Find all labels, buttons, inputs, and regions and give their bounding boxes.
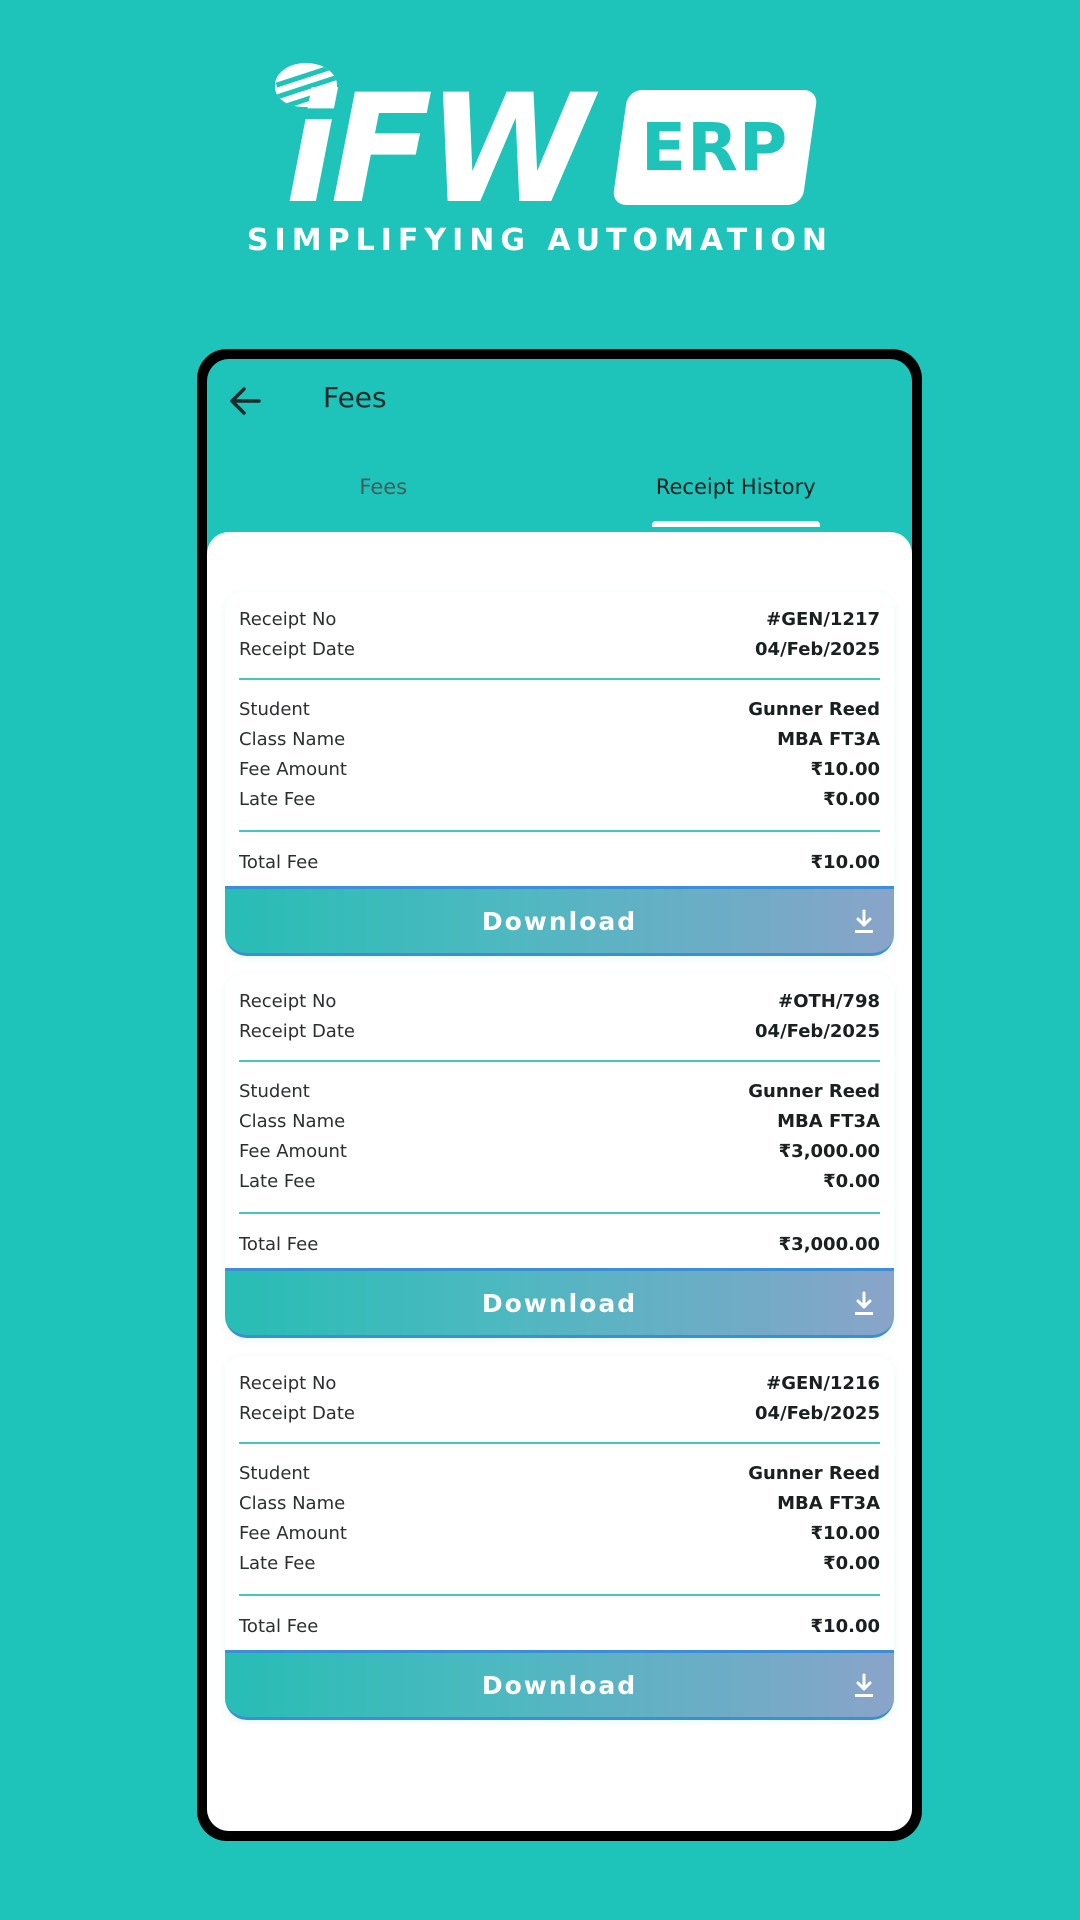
student-row: Student Gunner Reed — [239, 1458, 880, 1488]
fee-amount-row: Fee Amount ₹10.00 — [239, 1518, 880, 1548]
receipt-no-value: #GEN/1217 — [766, 608, 880, 630]
divider — [239, 678, 880, 680]
class-row: Class Name MBA FT3A — [239, 1488, 880, 1518]
class-label: Class Name — [239, 1492, 346, 1514]
tab-receipt-history-label: Receipt History — [655, 475, 816, 499]
phone-frame: Fees Fees Receipt History Receipt No #GE… — [197, 349, 922, 1841]
download-label: Download — [481, 906, 638, 936]
student-value: Gunner Reed — [748, 698, 880, 720]
fee-amount-label: Fee Amount — [239, 1140, 347, 1162]
receipt-no-value: #GEN/1216 — [766, 1372, 880, 1394]
late-fee-row: Late Fee ₹0.00 — [239, 1548, 880, 1578]
download-label: Download — [481, 1288, 638, 1318]
receipt-date-row: Receipt Date 04/Feb/2025 — [239, 634, 880, 664]
receipt-no-row: Receipt No #GEN/1217 — [239, 604, 880, 634]
late-fee-label: Late Fee — [239, 788, 316, 810]
total-fee-value: ₹10.00 — [810, 1615, 880, 1637]
fee-amount-value: ₹10.00 — [810, 1522, 880, 1544]
total-fee-value: ₹10.00 — [810, 851, 880, 873]
arrow-left-icon[interactable] — [225, 381, 265, 421]
receipt-list[interactable]: Receipt No #GEN/1217 Receipt Date 04/Feb… — [207, 532, 912, 1831]
receipt-no-row: Receipt No #GEN/1216 — [239, 1368, 880, 1398]
late-fee-label: Late Fee — [239, 1552, 316, 1574]
late-fee-label: Late Fee — [239, 1170, 316, 1192]
receipt-date-row: Receipt Date 04/Feb/2025 — [239, 1016, 880, 1046]
receipt-card: Receipt No #OTH/798 Receipt Date 04/Feb/… — [225, 974, 894, 1338]
fee-amount-label: Fee Amount — [239, 758, 347, 780]
logo-badge-text: ERP — [641, 109, 789, 186]
student-row: Student Gunner Reed — [239, 694, 880, 724]
receipt-no-row: Receipt No #OTH/798 — [239, 986, 880, 1016]
total-fee-label: Total Fee — [239, 1233, 319, 1255]
student-value: Gunner Reed — [748, 1462, 880, 1484]
download-label: Download — [481, 1670, 638, 1700]
receipt-date-row: Receipt Date 04/Feb/2025 — [239, 1398, 880, 1428]
student-label: Student — [239, 698, 310, 720]
class-row: Class Name MBA FT3A — [239, 724, 880, 754]
app-bar: Fees — [207, 359, 912, 439]
receipt-no-value: #OTH/798 — [778, 990, 880, 1012]
receipt-no-label: Receipt No — [239, 608, 337, 630]
late-fee-value: ₹0.00 — [823, 788, 880, 810]
fee-amount-row: Fee Amount ₹10.00 — [239, 754, 880, 784]
total-fee-value: ₹3,000.00 — [778, 1233, 880, 1255]
late-fee-row: Late Fee ₹0.00 — [239, 1166, 880, 1196]
total-fee-row: Total Fee ₹3,000.00 — [239, 1230, 880, 1258]
student-row: Student Gunner Reed — [239, 1076, 880, 1106]
divider — [239, 1442, 880, 1444]
download-button[interactable]: Download — [225, 886, 894, 956]
receipt-date-value: 04/Feb/2025 — [755, 638, 880, 660]
class-value: MBA FT3A — [777, 1492, 880, 1514]
receipt-date-label: Receipt Date — [239, 638, 355, 660]
divider — [239, 830, 880, 832]
tab-fees[interactable]: Fees — [207, 467, 560, 529]
brand-tagline: SIMPLIFYING AUTOMATION — [246, 223, 834, 258]
divider — [239, 1594, 880, 1596]
logo-mark: iFW ERP — [275, 55, 819, 225]
late-fee-row: Late Fee ₹0.00 — [239, 784, 880, 814]
app-screen: Fees Fees Receipt History Receipt No #GE… — [207, 359, 912, 1831]
download-icon — [855, 1291, 873, 1315]
class-label: Class Name — [239, 1110, 346, 1132]
receipt-card: Receipt No #GEN/1217 Receipt Date 04/Feb… — [225, 592, 894, 956]
page: iFW ERP SIMPLIFYING AUTOMATION Fees Fees… — [0, 0, 1080, 1920]
class-label: Class Name — [239, 728, 346, 750]
divider — [239, 1212, 880, 1214]
divider — [239, 1060, 880, 1062]
receipt-date-label: Receipt Date — [239, 1020, 355, 1042]
receipt-date-value: 04/Feb/2025 — [755, 1402, 880, 1424]
class-value: MBA FT3A — [777, 728, 880, 750]
download-icon — [855, 1673, 873, 1697]
download-icon — [855, 909, 873, 933]
fee-amount-row: Fee Amount ₹3,000.00 — [239, 1136, 880, 1166]
logo-text: iFW — [285, 63, 592, 237]
tab-indicator — [651, 521, 820, 527]
total-fee-row: Total Fee ₹10.00 — [239, 1612, 880, 1640]
class-row: Class Name MBA FT3A — [239, 1106, 880, 1136]
brand-logo: iFW ERP SIMPLIFYING AUTOMATION — [0, 55, 1080, 265]
student-label: Student — [239, 1080, 310, 1102]
receipt-no-label: Receipt No — [239, 1372, 337, 1394]
receipt-no-label: Receipt No — [239, 990, 337, 1012]
fee-amount-value: ₹3,000.00 — [778, 1140, 880, 1162]
class-value: MBA FT3A — [777, 1110, 880, 1132]
total-fee-label: Total Fee — [239, 1615, 319, 1637]
student-value: Gunner Reed — [748, 1080, 880, 1102]
late-fee-value: ₹0.00 — [823, 1170, 880, 1192]
download-button[interactable]: Download — [225, 1650, 894, 1720]
logo-badge: ERP — [611, 90, 819, 205]
receipt-card: Receipt No #GEN/1216 Receipt Date 04/Feb… — [225, 1356, 894, 1720]
download-button[interactable]: Download — [225, 1268, 894, 1338]
total-fee-row: Total Fee ₹10.00 — [239, 848, 880, 876]
tab-bar: Fees Receipt History — [207, 467, 912, 529]
tab-receipt-history[interactable]: Receipt History — [560, 467, 913, 529]
page-title: Fees — [323, 381, 387, 414]
fee-amount-label: Fee Amount — [239, 1522, 347, 1544]
receipt-date-value: 04/Feb/2025 — [755, 1020, 880, 1042]
total-fee-label: Total Fee — [239, 851, 319, 873]
student-label: Student — [239, 1462, 310, 1484]
fee-amount-value: ₹10.00 — [810, 758, 880, 780]
receipt-date-label: Receipt Date — [239, 1402, 355, 1424]
late-fee-value: ₹0.00 — [823, 1552, 880, 1574]
